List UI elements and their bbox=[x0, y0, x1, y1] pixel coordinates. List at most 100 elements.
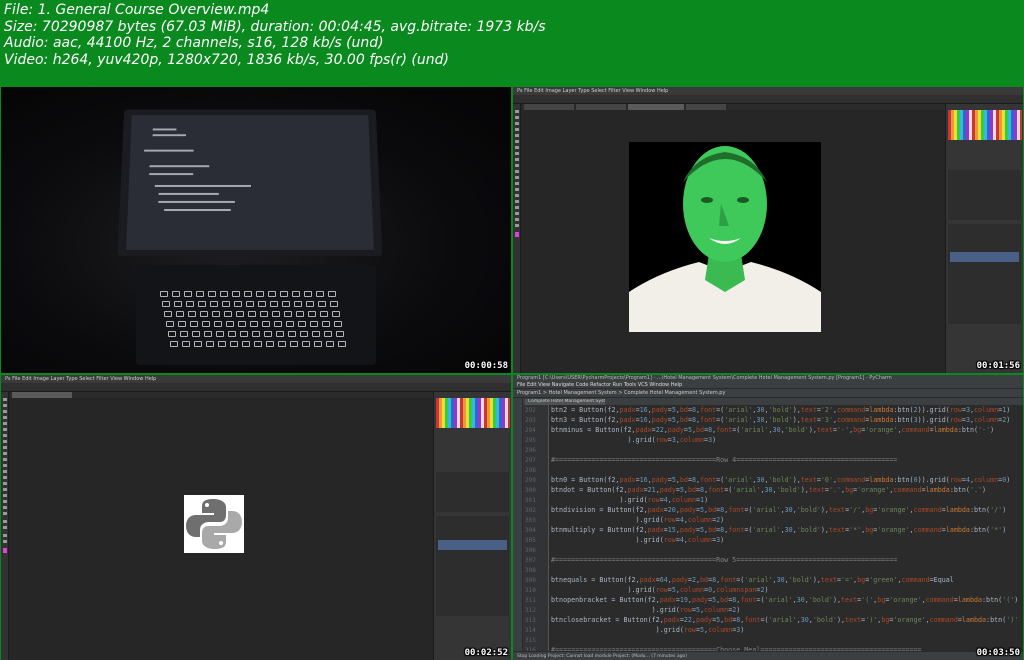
timestamp: 00:00:58 bbox=[464, 361, 508, 371]
line-number: 301 bbox=[525, 497, 536, 504]
keyboard-key bbox=[282, 301, 290, 307]
keyboard-key bbox=[312, 331, 320, 337]
keyboard-key bbox=[216, 331, 224, 337]
keyboard-key bbox=[164, 311, 172, 317]
keyboard-key bbox=[280, 291, 288, 297]
photoshop-doc-tabs bbox=[522, 104, 945, 110]
keyboard-key bbox=[212, 311, 220, 317]
pycharm-menubar: File Edit View Navigate Code Refactor Ru… bbox=[513, 382, 1023, 389]
keyboard-key bbox=[168, 331, 176, 337]
keyboard-key bbox=[162, 301, 170, 307]
layer-row[interactable] bbox=[950, 252, 1019, 262]
keyboard-key bbox=[226, 321, 234, 327]
keyboard-key bbox=[192, 331, 200, 337]
thumbnail-1[interactable]: 00:00:58 bbox=[1, 87, 511, 373]
keyboard-key bbox=[166, 321, 174, 327]
line-number: 303 bbox=[525, 517, 536, 524]
line-number: 302 bbox=[525, 507, 536, 514]
line-number: 315 bbox=[525, 637, 536, 644]
keyboard-key bbox=[246, 301, 254, 307]
keyboard-key bbox=[268, 291, 276, 297]
keyboard-key bbox=[182, 341, 190, 347]
keyboard-key bbox=[290, 341, 298, 347]
keyboard-key bbox=[176, 311, 184, 317]
line-number: 295 bbox=[525, 437, 536, 444]
keyboard-key bbox=[300, 331, 308, 337]
keyboard-key bbox=[160, 291, 168, 297]
line-number: 304 bbox=[525, 527, 536, 534]
thumbnail-4[interactable]: Program1 [C:\Users\USER\PycharmProjects\… bbox=[513, 375, 1023, 660]
photoshop-doc-tabs bbox=[10, 392, 433, 398]
info-video: Video: h264, yuv420p, 1280x720, 1836 kb/… bbox=[4, 51, 449, 68]
timestamp: 00:01:56 bbox=[976, 361, 1020, 371]
pycharm-navbar: Program1 > Hotel Management System > Com… bbox=[513, 389, 1023, 398]
keyboard-key bbox=[326, 341, 334, 347]
photoshop-toolbar bbox=[1, 392, 9, 660]
thumbnail-2[interactable]: Ps File Edit Image Layer Type Select Fil… bbox=[513, 87, 1023, 373]
keyboard-key bbox=[174, 301, 182, 307]
layers-panel bbox=[948, 224, 1021, 324]
line-number: 297 bbox=[525, 457, 536, 464]
keyboard-key bbox=[222, 301, 230, 307]
keyboard-key bbox=[260, 311, 268, 317]
keyboard-key bbox=[196, 291, 204, 297]
keyboard-key bbox=[304, 291, 312, 297]
code-editor[interactable]: btn2 = Button(f2,padx=16,pady=5,bd=8,fon… bbox=[551, 405, 1019, 651]
keyboard-key bbox=[180, 331, 188, 337]
keyboard-key bbox=[190, 321, 198, 327]
keyboard-key bbox=[234, 301, 242, 307]
keyboard-key bbox=[202, 321, 210, 327]
pycharm-title: Program1 [C:\Users\USER\PycharmProjects\… bbox=[513, 375, 1023, 382]
keyboard-key bbox=[224, 311, 232, 317]
line-number: 314 bbox=[525, 627, 536, 634]
laptop-scene bbox=[1, 87, 511, 373]
keyboard-key bbox=[318, 301, 326, 307]
keyboard-key bbox=[262, 321, 270, 327]
keyboard-key bbox=[286, 321, 294, 327]
thumbnail-3[interactable]: Ps File Edit Image Layer Type Select Fil… bbox=[1, 375, 511, 660]
keyboard-key bbox=[218, 341, 226, 347]
keyboard-key bbox=[322, 321, 330, 327]
keyboard-key bbox=[270, 301, 278, 307]
keyboard-key bbox=[314, 341, 322, 347]
keyboard-key bbox=[242, 341, 250, 347]
keyboard-key bbox=[214, 321, 222, 327]
info-audio: Audio: aac, 44100 Hz, 2 channels, s16, 1… bbox=[4, 35, 384, 51]
keyboard-key bbox=[208, 291, 216, 297]
line-number: 309 bbox=[525, 577, 536, 584]
keyboard-key bbox=[188, 311, 196, 317]
line-number: 300 bbox=[525, 487, 536, 494]
layer-row[interactable] bbox=[438, 540, 507, 550]
photoshop-right-panels bbox=[945, 104, 1023, 373]
line-number: 292 bbox=[525, 407, 536, 414]
info-file: File: 1. General Course Overview.mp4 bbox=[4, 2, 270, 18]
keyboard-key bbox=[308, 311, 316, 317]
photoshop-options-bar bbox=[1, 383, 511, 392]
photoshop-menubar: Ps File Edit Image Layer Type Select Fil… bbox=[513, 87, 1023, 95]
info-size: Size: 70290987 bytes (67.03 MiB), durati… bbox=[4, 18, 546, 35]
keyboard-key bbox=[332, 311, 340, 317]
keyboard-key bbox=[240, 331, 248, 337]
timestamp: 00:03:50 bbox=[976, 648, 1020, 658]
line-number: 294 bbox=[525, 427, 536, 434]
keyboard-key bbox=[210, 301, 218, 307]
keyboard-key bbox=[200, 311, 208, 317]
pycharm-editor-tabs: Complete Hotel Management System.py bbox=[523, 398, 1023, 405]
swatches-panel bbox=[436, 398, 510, 428]
keyboard-key bbox=[184, 291, 192, 297]
keyboard-key bbox=[334, 321, 342, 327]
keyboard-key bbox=[206, 341, 214, 347]
keyboard-key bbox=[254, 341, 262, 347]
keyboard-key bbox=[284, 311, 292, 317]
line-number: 306 bbox=[525, 547, 536, 554]
line-number: 311 bbox=[525, 597, 536, 604]
timestamp: 00:02:52 bbox=[464, 648, 508, 658]
keyboard-key bbox=[266, 341, 274, 347]
keyboard-key bbox=[256, 291, 264, 297]
keyboard-key bbox=[194, 341, 202, 347]
keyboard-key bbox=[204, 331, 212, 337]
pycharm-project-sidebar bbox=[513, 398, 523, 651]
keyboard-key bbox=[316, 291, 324, 297]
keyboard-key bbox=[330, 301, 338, 307]
swatches-panel bbox=[948, 110, 1022, 140]
